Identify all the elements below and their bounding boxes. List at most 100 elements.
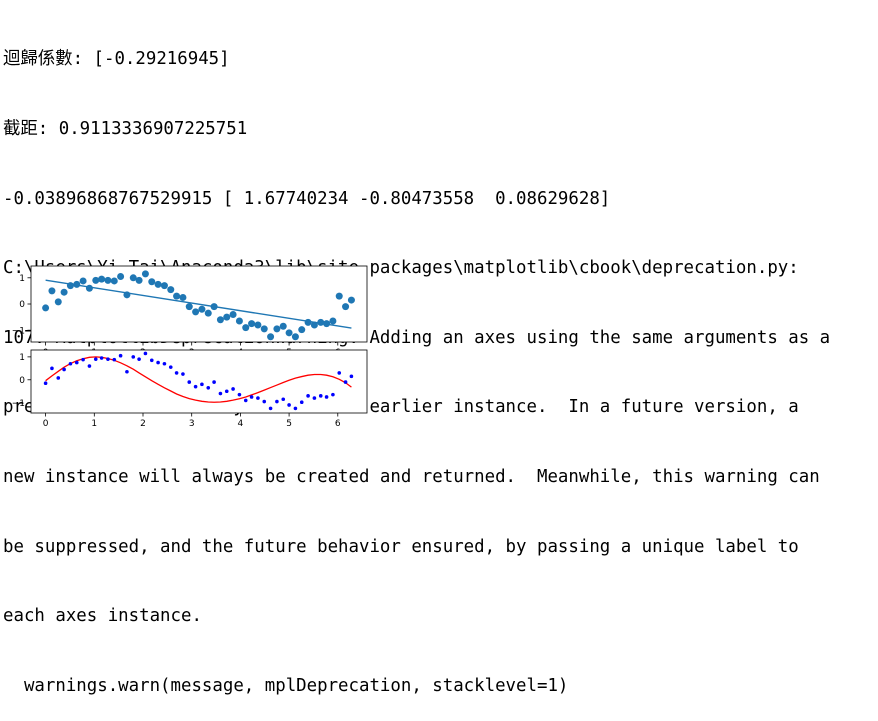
data-point [312,396,317,400]
data-point [56,376,61,380]
data-point [79,277,87,285]
data-point [273,325,281,333]
x-tick-label: 0 [43,419,49,429]
data-point [141,270,149,278]
data-point [66,282,74,290]
y-tick-label: −1 [12,326,25,336]
data-point [181,372,185,376]
data-point [337,371,342,375]
data-point [218,391,223,396]
data-point [200,382,204,387]
data-point [306,394,310,398]
data-point [131,355,136,359]
x-tick-label: 4 [238,419,244,429]
data-point [243,398,248,403]
data-point [262,399,267,404]
data-point [343,380,348,384]
data-point [143,351,148,356]
console-line-intercept: 截距: 0.9113336907225751 [3,119,248,139]
data-point [48,287,56,295]
data-point [206,386,211,390]
data-point [42,304,50,312]
data-point [318,394,323,398]
data-point [310,321,318,329]
data-point [317,318,325,326]
data-point [93,357,98,361]
data-point [68,361,73,366]
data-point [224,389,229,394]
console-line-coefficients: 迴歸係數: [-0.29216945] [3,49,230,70]
data-point [335,292,343,300]
data-point [112,357,117,362]
data-point [110,277,118,285]
data-point [331,392,335,397]
data-point [298,326,306,334]
data-point [174,371,179,375]
data-point [117,272,125,280]
console-line-poly-coefficients: -0.03896868767529915 [ 1.67740234 -0.804… [3,188,611,209]
data-point [43,381,48,386]
data-point [87,364,92,368]
data-point [73,280,81,288]
data-point [349,374,354,379]
data-point [342,303,350,311]
x-tick-label: 3 [189,419,195,429]
data-point [210,303,218,311]
data-point [149,358,154,363]
subplot-top: 012345610−1 [12,265,368,358]
data-point [223,313,231,321]
subplot-bottom: 0 1 2 3 4 5 6 1 0 −1 [12,349,368,429]
data-point [125,369,129,374]
data-point [85,284,93,292]
data-point [279,322,287,330]
data-point [268,406,273,411]
data-point [229,310,237,318]
data-point [323,320,331,328]
data-point [154,280,162,288]
data-point [285,329,293,337]
data-point [237,392,242,397]
data-point [98,275,106,283]
data-point [118,353,123,358]
figure-canvas: 012345610−1012345610−1 [12,265,368,429]
x-tick-label: 2 [140,419,146,429]
data-point [99,356,104,360]
data-point [50,366,54,371]
data-point [185,303,193,311]
console-line-warning-4: be suppressed, and the future behavior e… [3,536,799,557]
data-point [162,361,167,366]
data-point [324,395,329,399]
data-point [281,397,286,402]
data-point [249,395,254,399]
data-point [267,333,275,341]
data-point [293,406,298,411]
data-point [216,316,224,324]
data-point [74,360,79,365]
y-tick-label: 0 [19,300,25,310]
data-point [60,288,68,296]
data-point [167,286,175,294]
data-point [156,360,160,365]
matplotlib-figure: 012345610−1012345610−1 [0,258,380,442]
y-tick-label: 0 [19,376,25,386]
data-point [92,276,100,284]
data-point [291,333,299,341]
data-point [106,357,110,361]
data-point [254,321,262,329]
data-point [347,296,355,304]
data-point [179,293,187,301]
console-line-warning-5: each axes instance. [3,606,202,627]
data-point [212,380,216,384]
data-point [256,396,260,400]
data-point [160,282,168,290]
data-point [260,325,268,333]
data-point [187,380,192,384]
data-point [137,357,141,361]
data-point [54,298,62,306]
data-point [62,367,66,372]
console-line-warnings-call: warnings.warn(message, mplDeprecation, s… [3,675,569,696]
y-tick-label: −1 [12,399,25,409]
data-point [299,400,304,405]
data-point [168,365,173,369]
data-point [287,403,291,407]
